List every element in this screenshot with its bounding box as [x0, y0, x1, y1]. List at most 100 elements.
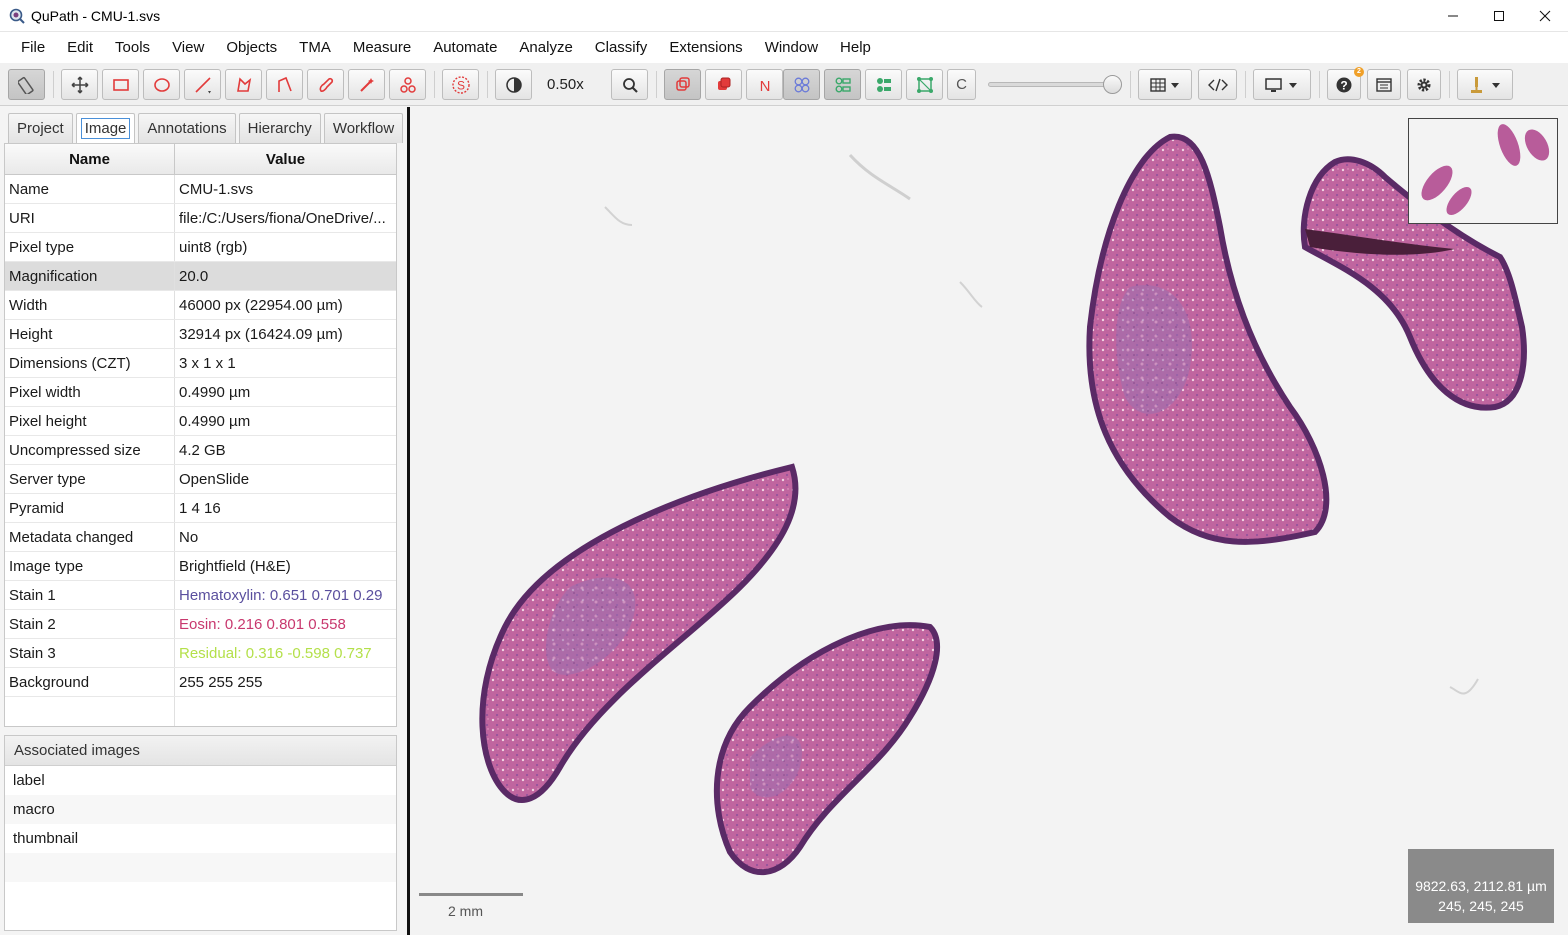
- grid-options-button[interactable]: [1138, 69, 1192, 100]
- connections-icon: [916, 76, 933, 93]
- wand-tool-button[interactable]: [348, 69, 385, 100]
- associated-image-macro[interactable]: macro: [5, 795, 396, 824]
- table-row[interactable]: Name CMU-1.svs: [5, 175, 396, 204]
- scale-bar: [419, 893, 523, 896]
- polygon-tool-button[interactable]: [225, 69, 262, 100]
- polyline-icon: [277, 76, 292, 92]
- table-row[interactable]: Pixel type uint8 (rgb): [5, 233, 396, 262]
- viewer-display-button[interactable]: [1253, 69, 1311, 100]
- move-tool-button[interactable]: [61, 69, 98, 100]
- property-value: Brightfield (H&E): [179, 558, 291, 575]
- table-row[interactable]: Stain 2 Eosin: 0.216 0.801 0.558: [5, 610, 396, 639]
- property-name: Pyramid: [5, 494, 175, 522]
- table-row[interactable]: Pyramid 1 4 16: [5, 494, 396, 523]
- table-row[interactable]: Stain 1 Hematoxylin: 0.651 0.701 0.29: [5, 581, 396, 610]
- associated-image-label[interactable]: label: [5, 766, 396, 795]
- table-row[interactable]: Server type OpenSlide: [5, 465, 396, 494]
- contrast-icon: [505, 76, 522, 93]
- tab-hierarchy[interactable]: Hierarchy: [238, 113, 321, 143]
- brush-tool-button[interactable]: [307, 69, 344, 100]
- menu-help[interactable]: Help: [829, 32, 882, 63]
- column-header-name[interactable]: Name: [5, 144, 175, 174]
- menu-objects[interactable]: Objects: [215, 32, 288, 63]
- property-value: Hematoxylin: 0.651 0.701 0.29: [179, 587, 383, 604]
- tab-annotations[interactable]: Annotations: [138, 113, 236, 143]
- tab-project[interactable]: Project: [8, 113, 73, 143]
- table-row[interactable]: Uncompressed size 4.2 GB: [5, 436, 396, 465]
- fill-detections-button[interactable]: [865, 69, 902, 100]
- menu-tools[interactable]: Tools: [104, 32, 161, 63]
- filled-annotations-icon: [717, 77, 730, 90]
- filled-detections-icon: [876, 77, 891, 92]
- log-button[interactable]: [1367, 69, 1401, 100]
- associated-image-thumbnail[interactable]: thumbnail: [5, 824, 396, 853]
- selection-mode-button[interactable]: S: [442, 69, 479, 100]
- overview-thumbnail[interactable]: [1408, 118, 1558, 224]
- table-row[interactable]: Width 46000 px (22954.00 µm): [5, 291, 396, 320]
- fill-annotations-button[interactable]: [705, 69, 742, 100]
- tissue-section-2: [713, 622, 940, 876]
- move-icon: [71, 76, 88, 93]
- script-editor-button[interactable]: [1198, 69, 1237, 100]
- image-viewer[interactable]: 2 mm 9822.63, 2112.81 µm 245, 245, 245: [407, 107, 1568, 935]
- grid-dropdown-icon: [1150, 77, 1179, 92]
- table-row[interactable]: Image type Brightfield (H&E): [5, 552, 396, 581]
- table-row[interactable]: Dimensions (CZT) 3 x 1 x 1: [5, 349, 396, 378]
- polyline-tool-button[interactable]: [266, 69, 303, 100]
- show-annotations-button[interactable]: [664, 69, 701, 100]
- svg-text:S: S: [456, 78, 464, 92]
- show-names-button[interactable]: N: [746, 69, 783, 100]
- tab-workflow[interactable]: Workflow: [323, 113, 404, 143]
- table-row[interactable]: Pixel width 0.4990 µm: [5, 378, 396, 407]
- rectangle-tool-button[interactable]: [102, 69, 139, 100]
- menu-view[interactable]: View: [161, 32, 215, 63]
- table-row[interactable]: Metadata changed No: [5, 523, 396, 552]
- table-row[interactable]: Background 255 255 255: [5, 668, 396, 697]
- property-value: OpenSlide: [179, 471, 250, 488]
- show-tma-grid-button[interactable]: [783, 69, 820, 100]
- menu-measure[interactable]: Measure: [342, 32, 422, 63]
- brightness-contrast-button[interactable]: [495, 69, 532, 100]
- slide-image[interactable]: [410, 107, 1568, 935]
- table-row[interactable]: URI file:/C:/Users/fiona/OneDrive/...: [5, 204, 396, 233]
- table-row[interactable]: Height 32914 px (16424.09 µm): [5, 320, 396, 349]
- menu-analyze[interactable]: Analyze: [508, 32, 583, 63]
- table-row[interactable]: Pixel height 0.4990 µm: [5, 407, 396, 436]
- svg-text:?: ?: [1340, 78, 1347, 92]
- zoom-to-fit-button[interactable]: [611, 69, 648, 100]
- property-name: Stain 2: [5, 610, 175, 638]
- property-name: URI: [5, 204, 175, 232]
- menu-extensions[interactable]: Extensions: [658, 32, 753, 63]
- extensions-button[interactable]: [1457, 69, 1513, 100]
- menu-window[interactable]: Window: [754, 32, 829, 63]
- show-connections-button[interactable]: [906, 69, 943, 100]
- minimize-button[interactable]: [1430, 0, 1476, 32]
- close-window-button[interactable]: [1522, 0, 1568, 32]
- tab-image[interactable]: Image: [75, 113, 136, 143]
- show-detections-button[interactable]: [824, 69, 861, 100]
- pixel-classification-button[interactable]: C: [947, 69, 976, 100]
- table-row[interactable]: Magnification 20.0: [5, 262, 396, 291]
- toggle-analysis-pane-button[interactable]: [8, 69, 45, 100]
- ellipse-tool-button[interactable]: [143, 69, 180, 100]
- maximize-button[interactable]: [1476, 0, 1522, 32]
- zoom-label[interactable]: 0.50x: [547, 69, 584, 100]
- preferences-button[interactable]: [1407, 69, 1441, 100]
- menu-file[interactable]: File: [10, 32, 56, 63]
- opacity-slider-track[interactable]: [988, 82, 1114, 87]
- menu-tma[interactable]: TMA: [288, 32, 342, 63]
- analysis-pane: Project Image Annotations Hierarchy Work…: [0, 107, 404, 935]
- help-icon: ?: [1336, 77, 1352, 92]
- table-row[interactable]: Stain 3 Residual: 0.316 -0.598 0.737: [5, 639, 396, 668]
- line-tool-button[interactable]: [184, 69, 221, 100]
- menu-automate[interactable]: Automate: [422, 32, 508, 63]
- menu-classify[interactable]: Classify: [584, 32, 659, 63]
- notification-badge: 2: [1354, 67, 1364, 77]
- opacity-slider-thumb[interactable]: [1103, 75, 1122, 94]
- menu-edit[interactable]: Edit: [56, 32, 104, 63]
- svg-text:N: N: [759, 78, 770, 94]
- points-tool-button[interactable]: [389, 69, 426, 100]
- column-header-value[interactable]: Value: [175, 144, 396, 174]
- debris-mark: [1449, 678, 1479, 695]
- qupath-logo-icon: [9, 8, 25, 24]
